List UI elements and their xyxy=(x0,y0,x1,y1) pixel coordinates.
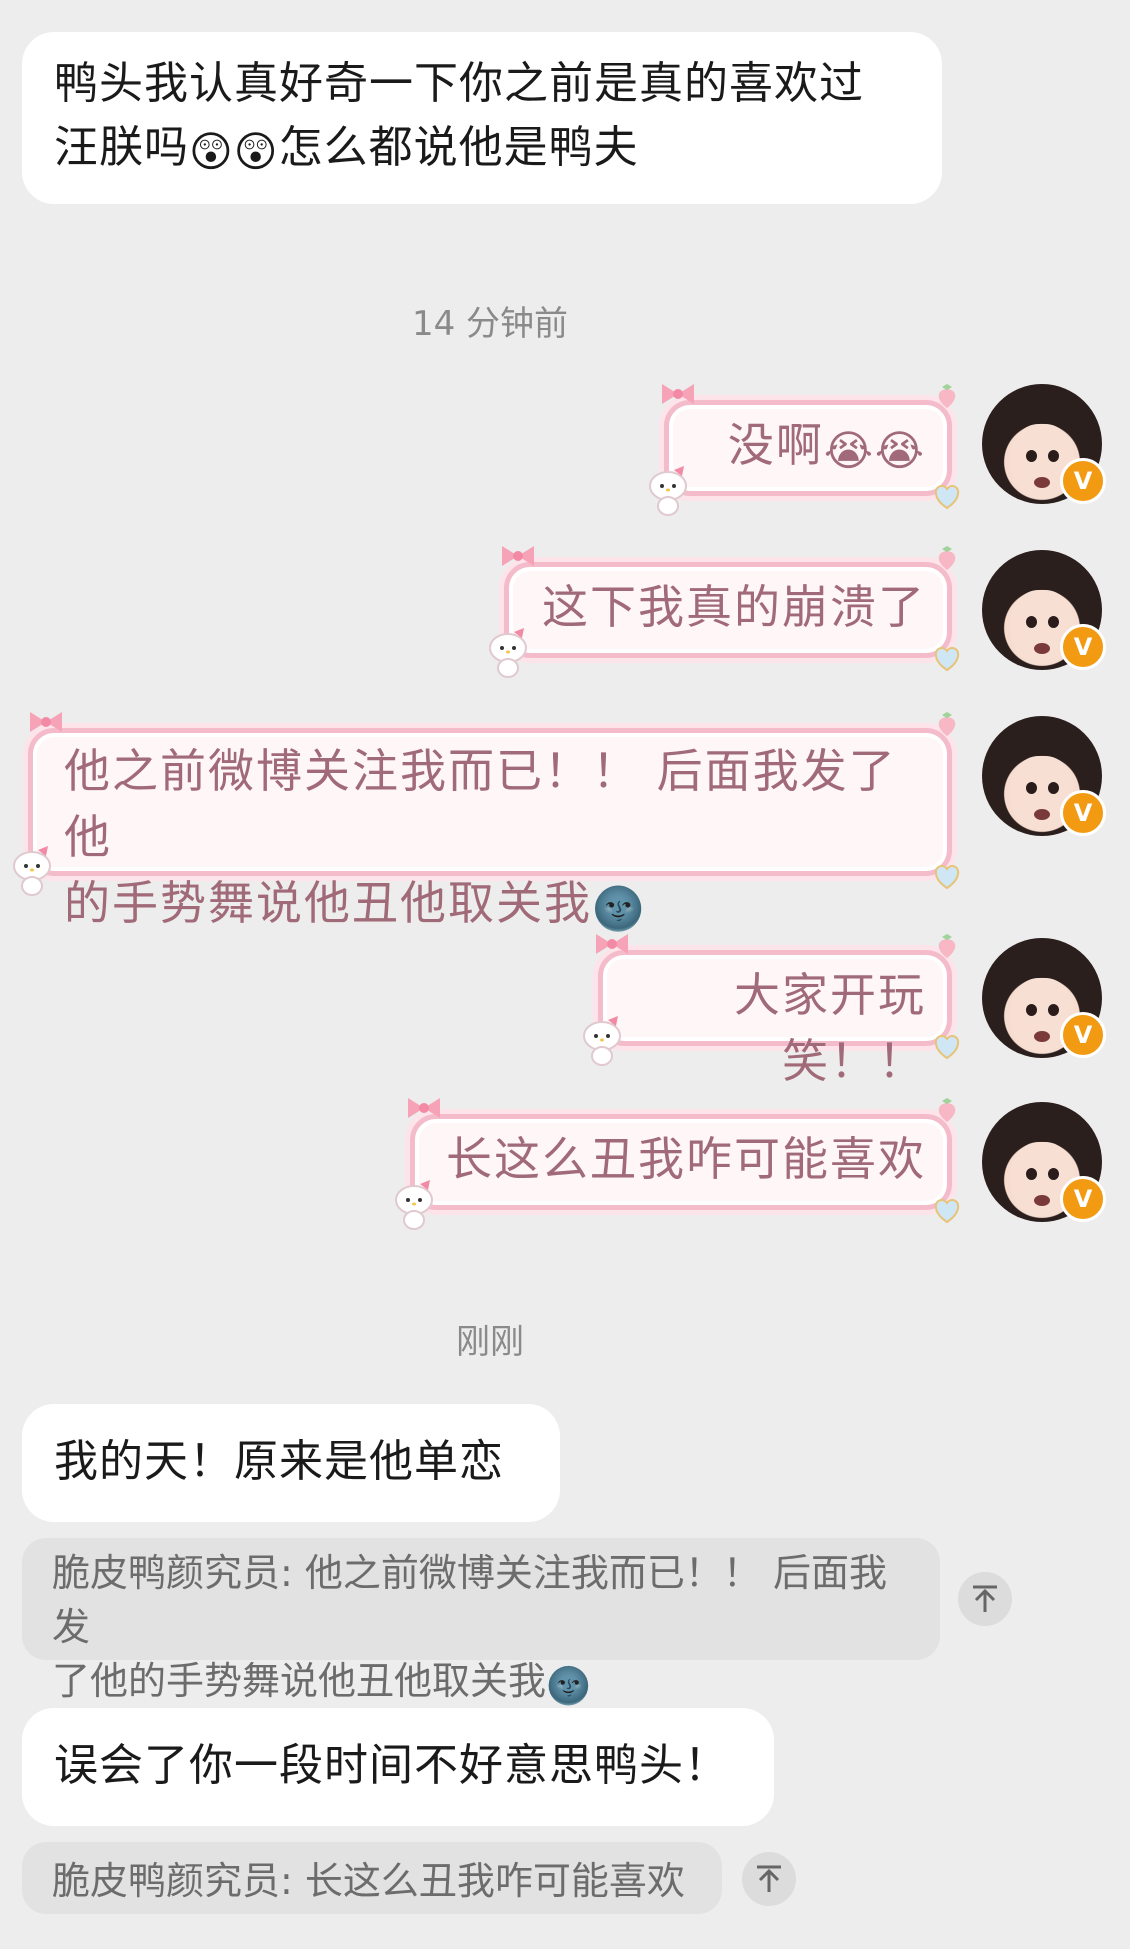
avatar[interactable]: V xyxy=(982,384,1106,504)
avatar[interactable]: V xyxy=(982,938,1106,1058)
outgoing-message-bubble[interactable]: 长这么丑我咋可能喜欢 xyxy=(394,1096,968,1230)
heart-badge-icon xyxy=(930,860,964,896)
strawberry-icon xyxy=(934,1096,960,1128)
message-text: 长这么丑我咋可能喜欢 xyxy=(446,1132,926,1186)
message-line: 鸭头我认真好奇一下你之前是真的喜欢过 xyxy=(54,58,864,109)
outgoing-message-bubble[interactable]: 他之前微博关注我而已！！ 后面我发了他 的手势舞说他丑他取关我🌚 xyxy=(12,710,968,933)
jump-to-quote-button[interactable] xyxy=(742,1852,796,1906)
outgoing-message-bubble[interactable]: 这下我真的崩溃了 xyxy=(488,544,968,678)
bow-icon xyxy=(498,542,538,570)
hello-kitty-icon xyxy=(486,626,530,682)
avatar[interactable]: V xyxy=(982,550,1106,670)
message-text: 没啊😭😭 xyxy=(727,418,926,475)
avatar[interactable]: V xyxy=(982,716,1106,836)
bow-icon xyxy=(658,380,698,408)
hello-kitty-icon xyxy=(646,464,690,520)
quote-line: 脆皮鸭颜究员: 他之前微博关注我而已！！ 后面我发 xyxy=(52,1551,887,1649)
strawberry-icon xyxy=(934,544,960,576)
bow-icon xyxy=(592,930,632,958)
timestamp: 刚刚 xyxy=(456,1322,524,1362)
astonished-emoji-icon: 😲 xyxy=(233,127,279,176)
quote-line: 了他的手势舞说他丑他取关我🌚 xyxy=(52,1659,591,1707)
message-text: 怎么都说他是鸭夫 xyxy=(278,122,639,173)
message-text: 我的天！原来是他单恋 xyxy=(54,1436,504,1487)
incoming-message-bubble[interactable]: 误会了你一段时间不好意思鸭头！ xyxy=(22,1708,774,1826)
heart-badge-icon xyxy=(930,642,964,678)
message-text: 大家开玩笑！！ xyxy=(734,968,926,1088)
new-moon-face-emoji-icon: 🌚 xyxy=(546,1666,591,1707)
verified-badge-icon: V xyxy=(1060,458,1106,504)
strawberry-icon xyxy=(934,382,960,414)
bow-icon xyxy=(26,708,66,736)
hello-kitty-icon xyxy=(10,844,54,900)
message-text: 汪朕吗 xyxy=(54,122,189,173)
verified-badge-icon: V xyxy=(1060,624,1106,670)
new-moon-face-emoji-icon: 🌚 xyxy=(592,884,647,933)
bow-icon xyxy=(404,1094,444,1122)
crying-emoji-icon: 😭 xyxy=(874,426,926,475)
avatar[interactable]: V xyxy=(982,1102,1106,1222)
quote-line: 脆皮鸭颜究员: 长这么丑我咋可能喜欢 xyxy=(52,1859,685,1903)
verified-badge-icon: V xyxy=(1060,1176,1106,1222)
message-text: 误会了你一段时间不好意思鸭头！ xyxy=(54,1740,729,1791)
message-text: 这下我真的崩溃了 xyxy=(542,580,926,634)
message-line: 汪朕吗😲😲怎么都说他是鸭夫 xyxy=(54,116,910,184)
hello-kitty-icon xyxy=(392,1178,436,1234)
message-text: 他之前微博关注我而已！！ 后面我发了他 的手势舞说他丑他取关我🌚 xyxy=(64,744,897,933)
quoted-message[interactable]: 脆皮鸭颜究员: 他之前微博关注我而已！！ 后面我发 了他的手势舞说他丑他取关我🌚 xyxy=(22,1538,940,1707)
verified-badge-icon: V xyxy=(1060,790,1106,836)
outgoing-message-bubble[interactable]: 大家开玩笑！！ xyxy=(582,932,968,1088)
incoming-message-bubble[interactable]: 我的天！原来是他单恋 xyxy=(22,1404,560,1522)
incoming-message-bubble[interactable]: 鸭头我认真好奇一下你之前是真的喜欢过 汪朕吗😲😲怎么都说他是鸭夫 xyxy=(22,32,942,204)
strawberry-icon xyxy=(934,932,960,964)
verified-badge-icon: V xyxy=(1060,1012,1106,1058)
jump-to-quote-button[interactable] xyxy=(958,1572,1012,1626)
heart-badge-icon xyxy=(930,1194,964,1230)
arrow-up-icon xyxy=(757,1865,781,1892)
arrow-up-icon xyxy=(973,1585,997,1612)
hello-kitty-icon xyxy=(580,1014,624,1070)
heart-badge-icon xyxy=(930,1030,964,1066)
timestamp: 14 分钟前 xyxy=(411,304,569,344)
strawberry-icon xyxy=(934,710,960,742)
astonished-emoji-icon: 😲 xyxy=(189,127,234,176)
quoted-message[interactable]: 脆皮鸭颜究员: 长这么丑我咋可能喜欢 xyxy=(22,1842,722,1914)
crying-emoji-icon: 😭 xyxy=(823,426,875,475)
heart-badge-icon xyxy=(930,480,964,516)
outgoing-message-bubble[interactable]: 没啊😭😭 xyxy=(648,382,968,516)
